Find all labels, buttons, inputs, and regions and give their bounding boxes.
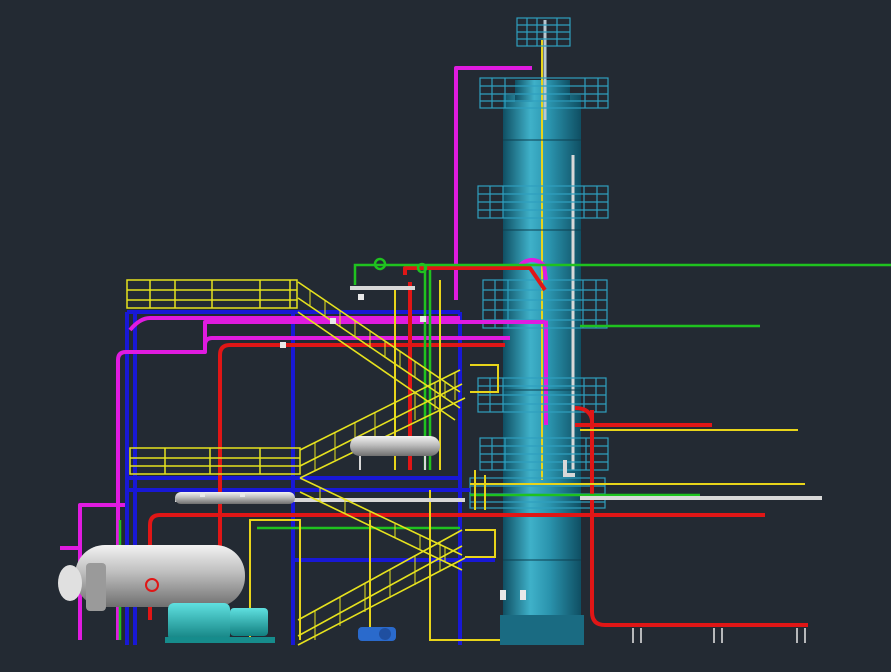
- exchanger-lower: [175, 492, 295, 504]
- drum-flange: [86, 563, 106, 611]
- handrails-mid-deck: [129, 447, 301, 475]
- horizontal-drum: [58, 545, 245, 611]
- pipe-supports: [632, 628, 806, 643]
- drum-head: [58, 565, 82, 601]
- handrails-top-deck: [126, 279, 298, 309]
- pump-large: [165, 603, 275, 643]
- cad-viewport[interactable]: [0, 0, 891, 672]
- distillation-column: [500, 20, 584, 645]
- column-base-skirt: [500, 615, 584, 645]
- pump-small: [358, 627, 396, 641]
- plant-3d-model: [58, 17, 891, 646]
- stair-treads: [309, 290, 456, 640]
